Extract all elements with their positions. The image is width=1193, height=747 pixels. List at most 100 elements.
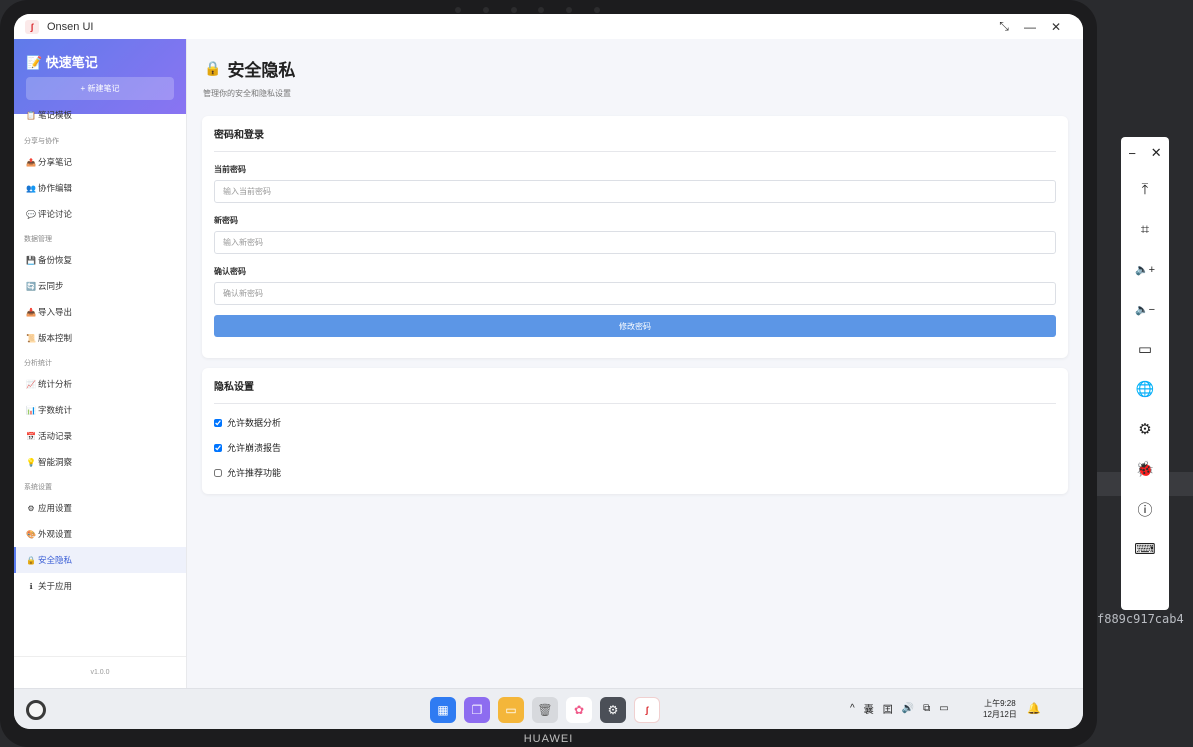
- sidebar-item-templates[interactable]: 📋 笔记模板: [14, 107, 186, 123]
- sidebar-item-import-export[interactable]: 📥 导入导出: [14, 299, 186, 325]
- dock: ▦ ❐ ▭ 🗑 ✿ ⚙ ʃ: [430, 697, 660, 723]
- speech-bubble-icon: 💬: [26, 209, 36, 219]
- palette-icon: 🎨: [26, 529, 36, 539]
- clock-time: 上午9:28: [984, 699, 1016, 708]
- crash-report-checkbox[interactable]: [214, 443, 222, 452]
- new-password-label: 新密码: [214, 216, 238, 225]
- sidebar-item-label: 分享笔记: [38, 157, 73, 167]
- sidebar-item-label: 笔记模板: [38, 110, 73, 120]
- privacy-option-crash-reports[interactable]: 允许崩溃报告: [214, 435, 1056, 460]
- minimize-icon[interactable]: −: [1128, 146, 1136, 161]
- volume-down-icon[interactable]: 🔈−: [1121, 289, 1169, 329]
- page-title: 🔒 安全隐私: [204, 56, 295, 81]
- confirm-password-input[interactable]: [214, 282, 1056, 305]
- privacy-option-analytics[interactable]: 允许数据分析: [214, 410, 1056, 435]
- sidebar-item-label: 备份恢复: [38, 255, 73, 265]
- sidebar-item-wordcount[interactable]: 📊 字数统计: [14, 397, 186, 423]
- sidebar-title: 📝 快速笔记: [26, 55, 98, 70]
- app-logo-icon: ʃ: [25, 19, 39, 34]
- settings-icon[interactable]: ⚙: [600, 697, 626, 723]
- battery-icon[interactable]: ▭: [939, 703, 948, 714]
- onsen-app-icon[interactable]: ʃ: [634, 697, 660, 723]
- app-name: Onsen UI: [47, 20, 94, 33]
- current-password-input[interactable]: [214, 180, 1056, 203]
- gallery-icon[interactable]: ✿: [566, 697, 592, 723]
- close-icon[interactable]: ✕: [1043, 20, 1069, 34]
- lock-icon: 🔒: [204, 60, 222, 76]
- keyboard-icon[interactable]: ⌨: [1121, 529, 1169, 569]
- globe-icon[interactable]: 🌐: [1121, 369, 1169, 409]
- info-icon[interactable]: ⓘ: [1121, 489, 1169, 529]
- password-card: 密码和登录 当前密码 新密码 确认密码 修改密码: [202, 116, 1068, 358]
- inbox-icon: 📥: [26, 307, 36, 317]
- users-icon: 👥: [26, 183, 36, 193]
- sidebar-item-cloud-sync[interactable]: 🔄 云同步: [14, 273, 186, 299]
- volume-icon[interactable]: 🔊: [902, 703, 914, 714]
- lightbulb-icon: 💡: [26, 457, 36, 467]
- hash-text: f889c917cab4: [1097, 612, 1184, 626]
- recommendation-checkbox[interactable]: [214, 468, 222, 477]
- sidebar-item-label: 导入导出: [38, 307, 73, 317]
- device-brand: HUAWEI: [523, 733, 574, 745]
- sidebar-item-about[interactable]: ℹ 关于应用: [14, 573, 186, 599]
- outbox-icon: 📤: [26, 157, 36, 167]
- new-note-button[interactable]: + 新建笔记: [26, 77, 174, 100]
- trash-icon[interactable]: 🗑: [532, 697, 558, 723]
- sidebar-item-label: 安全隐私: [38, 555, 73, 565]
- display-icon[interactable]: ⧉: [923, 703, 930, 714]
- start-icon[interactable]: [26, 700, 46, 720]
- sidebar-item-collab[interactable]: 👥 协作编辑: [14, 175, 186, 201]
- sidebar-item-appearance[interactable]: 🎨 外观设置: [14, 521, 186, 547]
- change-password-button[interactable]: 修改密码: [214, 315, 1056, 337]
- volume-up-icon[interactable]: 🔈+: [1121, 249, 1169, 289]
- sidebar-item-share[interactable]: 📤 分享笔记: [14, 149, 186, 175]
- app-grid-icon[interactable]: ▦: [430, 697, 456, 723]
- sidebar-item-comments[interactable]: 💬 评论讨论: [14, 201, 186, 227]
- clock-date: 12月12日: [983, 710, 1017, 719]
- sidebar-item-label: 智能洞察: [38, 457, 73, 467]
- window-titlebar: ʃ Onsen UI ⤡ — ✕: [14, 14, 1083, 39]
- minimize-icon[interactable]: —: [1017, 20, 1043, 34]
- sidebar-item-security[interactable]: 🔒 安全隐私: [14, 547, 186, 573]
- sidebar-item-stats[interactable]: 📈 统计分析: [14, 371, 186, 397]
- sync-icon: 🔄: [26, 281, 36, 291]
- card-title: 隐私设置: [214, 368, 1056, 404]
- sidebar-item-label: 协作编辑: [38, 183, 73, 193]
- panel-controls: − ✕: [1121, 137, 1169, 169]
- clipboard-icon[interactable]: 囯: [883, 701, 893, 716]
- chevron-up-icon[interactable]: ^: [850, 703, 855, 714]
- restore-icon[interactable]: ⤡: [991, 19, 1017, 34]
- bell-icon[interactable]: 🔔: [1027, 702, 1041, 715]
- screen: ʃ Onsen UI ⤡ — ✕ 📝 快速笔记 + 新建笔记 📋 笔记模板 分享…: [14, 14, 1083, 729]
- clock[interactable]: 上午9:28 12月12日: [983, 698, 1017, 720]
- analytics-checkbox[interactable]: [214, 418, 222, 427]
- lock-icon: 🔒: [26, 555, 36, 565]
- battery-icon[interactable]: ▭: [1121, 329, 1169, 369]
- sidebar: 📝 快速笔记 + 新建笔记 📋 笔记模板 分享与协作 📤 分享笔记 👥 协作编辑: [14, 39, 187, 688]
- privacy-option-recommendations[interactable]: 允许推荐功能: [214, 460, 1056, 485]
- scroll-top-icon[interactable]: ⤒: [1121, 169, 1169, 209]
- sidebar-section-title: 分享与协作: [24, 138, 59, 145]
- option-label: 允许崩溃报告: [227, 443, 282, 453]
- sidebar-item-insights[interactable]: 💡 智能洞察: [14, 449, 186, 475]
- sidebar-item-app-settings[interactable]: ⚙ 应用设置: [14, 495, 186, 521]
- close-icon[interactable]: ✕: [1151, 145, 1162, 161]
- multitask-icon[interactable]: ❐: [464, 697, 490, 723]
- confirm-password-label: 确认密码: [214, 267, 246, 276]
- floppy-icon: 💾: [26, 255, 36, 265]
- crop-icon[interactable]: ⌗: [1121, 209, 1169, 249]
- input-method-icon[interactable]: 囊: [864, 701, 874, 716]
- device-bezel: ʃ Onsen UI ⤡ — ✕ 📝 快速笔记 + 新建笔记 📋 笔记模板 分享…: [0, 0, 1097, 747]
- scroll-icon: 📜: [26, 333, 36, 343]
- sidebar-item-label: 活动记录: [38, 431, 73, 441]
- bug-icon[interactable]: 🐞: [1121, 449, 1169, 489]
- sidebar-item-backup[interactable]: 💾 备份恢复: [14, 247, 186, 273]
- sidebar-item-activity[interactable]: 📅 活动记录: [14, 423, 186, 449]
- new-password-input[interactable]: [214, 231, 1056, 254]
- files-icon[interactable]: ▭: [498, 697, 524, 723]
- clipboard-icon: 📋: [26, 110, 36, 120]
- sidebar-section-title: 系统设置: [24, 484, 52, 491]
- gear-icon[interactable]: ⚙: [1121, 409, 1169, 449]
- sidebar-item-versions[interactable]: 📜 版本控制: [14, 325, 186, 351]
- version-label: v1.0.0: [14, 656, 186, 688]
